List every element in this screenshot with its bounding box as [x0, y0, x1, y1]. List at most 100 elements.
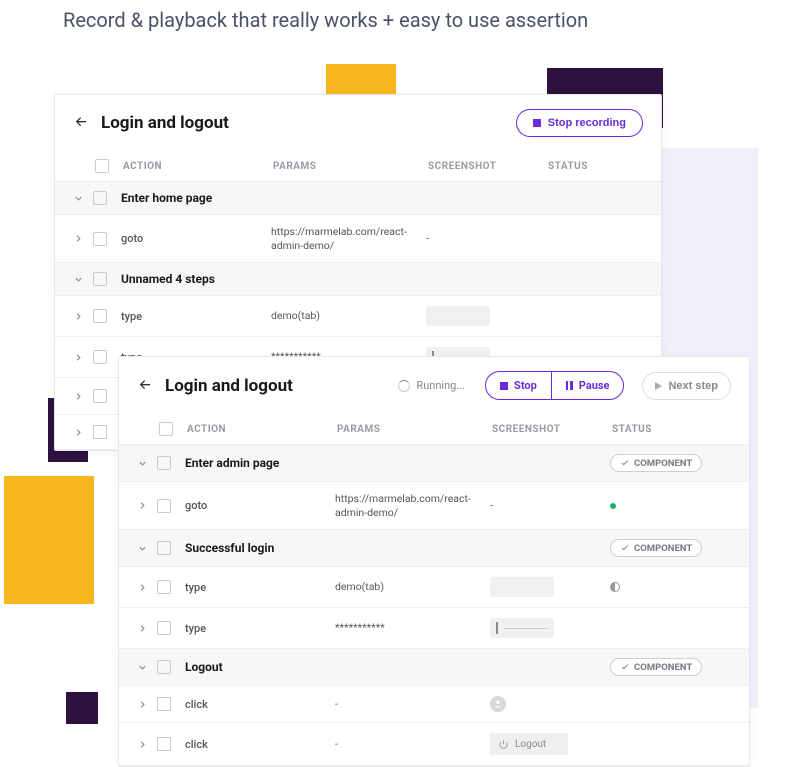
component-badge: COMPONENT: [610, 539, 702, 557]
chevron-right-icon[interactable]: [71, 389, 85, 403]
select-all-checkbox[interactable]: [159, 422, 173, 436]
row-checkbox[interactable]: [157, 580, 171, 594]
group-row[interactable]: Successful login COMPONENT: [119, 530, 749, 567]
group-row[interactable]: Enter home page: [55, 182, 661, 215]
back-icon[interactable]: [137, 377, 155, 395]
col-action: ACTION: [187, 424, 337, 435]
step-action: goto: [121, 232, 271, 245]
row-checkbox[interactable]: [93, 389, 107, 403]
avatar-icon: [490, 696, 506, 712]
row-checkbox[interactable]: [157, 737, 171, 751]
col-params: PARAMS: [273, 161, 428, 172]
chevron-down-icon[interactable]: [135, 541, 149, 555]
step-row[interactable]: click -: [119, 686, 749, 723]
screenshot-thumb: [426, 306, 490, 326]
step-action: type: [185, 622, 335, 635]
pause-label: Pause: [579, 379, 610, 392]
step-action: type: [185, 581, 335, 594]
col-params: PARAMS: [337, 424, 492, 435]
group-row[interactable]: Enter admin page COMPONENT: [119, 445, 749, 482]
row-checkbox[interactable]: [93, 425, 107, 439]
chevron-right-icon[interactable]: [71, 350, 85, 364]
step-screenshot: -: [490, 499, 610, 512]
step-row[interactable]: goto https://marmelab.com/react-admin-de…: [55, 215, 661, 263]
chevron-right-icon[interactable]: [135, 580, 149, 594]
step-row[interactable]: goto https://marmelab.com/react-admin-de…: [119, 482, 749, 530]
stop-recording-label: Stop recording: [548, 117, 626, 129]
row-checkbox[interactable]: [157, 499, 171, 513]
col-status: STATUS: [612, 424, 731, 435]
step-row[interactable]: type demo(tab): [119, 567, 749, 608]
select-all-checkbox[interactable]: [95, 159, 109, 173]
pause-icon: [566, 381, 573, 390]
row-checkbox[interactable]: [157, 621, 171, 635]
chevron-right-icon[interactable]: [71, 425, 85, 439]
row-checkbox[interactable]: [93, 191, 107, 205]
check-icon: [620, 543, 630, 553]
chevron-right-icon[interactable]: [71, 232, 85, 246]
deco-purple-bottomleft: [66, 692, 98, 724]
chevron-down-icon[interactable]: [135, 660, 149, 674]
screenshot-thumb: [490, 618, 554, 638]
chevron-right-icon[interactable]: [71, 309, 85, 323]
group-label: Successful login: [185, 541, 335, 555]
step-screenshot: [490, 577, 610, 597]
table-header: ACTION PARAMS SCREENSHOT STATUS: [55, 151, 661, 182]
component-badge: COMPONENT: [610, 658, 702, 676]
row-checkbox[interactable]: [157, 541, 171, 555]
step-action: click: [185, 738, 335, 751]
step-params: -: [335, 737, 490, 751]
check-icon: [620, 458, 630, 468]
group-row[interactable]: Unnamed 4 steps: [55, 263, 661, 296]
step-params: https://marmelab.com/react-admin-demo/: [335, 492, 490, 519]
step-screenshot: [426, 306, 546, 326]
col-action: ACTION: [123, 161, 273, 172]
row-checkbox[interactable]: [157, 697, 171, 711]
next-step-button[interactable]: Next step: [642, 372, 731, 400]
step-params: demo(tab): [271, 309, 426, 323]
step-params: https://marmelab.com/react-admin-demo/: [271, 225, 426, 252]
deco-yellow-left: [4, 476, 94, 604]
group-row[interactable]: Logout COMPONENT: [119, 649, 749, 686]
group-label: Logout: [185, 660, 335, 674]
stop-button[interactable]: Stop: [486, 372, 551, 399]
power-icon: [498, 739, 509, 750]
row-checkbox[interactable]: [157, 660, 171, 674]
col-screenshot: SCREENSHOT: [428, 161, 548, 172]
back-icon[interactable]: [73, 114, 91, 132]
pause-button[interactable]: Pause: [551, 372, 624, 399]
step-screenshot: -: [426, 232, 546, 245]
step-row[interactable]: type ***********: [119, 608, 749, 649]
row-checkbox[interactable]: [93, 232, 107, 246]
step-row[interactable]: click - Logout: [119, 723, 749, 766]
row-checkbox[interactable]: [157, 456, 171, 470]
component-badge: COMPONENT: [610, 454, 702, 472]
step-action: goto: [185, 499, 335, 512]
chevron-right-icon[interactable]: [135, 499, 149, 513]
chevron-down-icon[interactable]: [71, 272, 85, 286]
chevron-right-icon[interactable]: [135, 697, 149, 711]
check-icon: [620, 662, 630, 672]
chevron-right-icon[interactable]: [135, 737, 149, 751]
group-label: Enter admin page: [185, 456, 335, 470]
screenshot-thumb: [490, 577, 554, 597]
step-params: ***********: [335, 621, 490, 635]
table-header: ACTION PARAMS SCREENSHOT STATUS: [119, 414, 749, 445]
step-screenshot: [490, 696, 610, 712]
running-status: Running...: [398, 379, 465, 392]
chevron-down-icon[interactable]: [71, 191, 85, 205]
row-checkbox[interactable]: [93, 272, 107, 286]
row-checkbox[interactable]: [93, 350, 107, 364]
chevron-down-icon[interactable]: [135, 456, 149, 470]
screenshot-thumb: Logout: [490, 733, 568, 755]
spinner-icon: [398, 380, 410, 392]
col-status: STATUS: [548, 161, 643, 172]
step-row[interactable]: type demo(tab): [55, 296, 661, 337]
next-step-label: Next step: [668, 380, 718, 392]
col-screenshot: SCREENSHOT: [492, 424, 612, 435]
group-label: Enter home page: [121, 191, 271, 205]
stop-recording-button[interactable]: Stop recording: [516, 109, 643, 137]
step-params: demo(tab): [335, 580, 490, 594]
chevron-right-icon[interactable]: [135, 621, 149, 635]
row-checkbox[interactable]: [93, 309, 107, 323]
